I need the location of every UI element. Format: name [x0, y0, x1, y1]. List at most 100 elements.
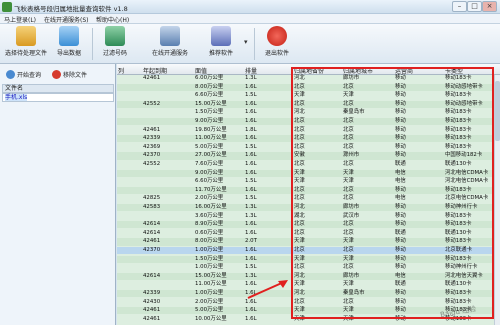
- table-cell: 15.00万公里: [195, 100, 227, 107]
- table-cell: 5.00万公里: [195, 143, 224, 150]
- table-cell: 42461: [143, 75, 161, 81]
- table-cell: 19.80万公里: [195, 126, 227, 133]
- table-cell: 1.6L: [245, 169, 257, 176]
- scrollbar-thumb[interactable]: [495, 81, 500, 141]
- power-icon: [267, 26, 287, 46]
- minimize-button[interactable]: –: [452, 1, 467, 12]
- table-cell: 42370: [143, 152, 161, 159]
- table-cell: 1.6L: [245, 135, 257, 142]
- column-header[interactable]: 年起到期: [143, 66, 167, 75]
- highlight-box: [291, 67, 494, 319]
- table-cell: 1.3L: [245, 204, 257, 210]
- table-cell: 1.6L: [245, 186, 257, 193]
- table-cell: 1.5L: [245, 264, 257, 271]
- cart-icon: [160, 26, 180, 46]
- table-cell: 42614: [143, 272, 161, 279]
- table-cell: 0.60万公里: [195, 229, 224, 236]
- table-cell: 10.00万公里: [195, 315, 227, 322]
- table-cell: 6.60万公里: [195, 178, 224, 185]
- export-icon: [59, 26, 79, 46]
- table-cell: 1.3L: [245, 75, 257, 81]
- table-cell: 1.00万公里: [195, 264, 224, 271]
- table-cell: 1.5L: [245, 143, 257, 150]
- filter-numbers-button[interactable]: 过滤号码: [98, 26, 132, 57]
- column-header[interactable]: 排量: [245, 66, 257, 75]
- select-file-button[interactable]: 选择待处理文件: [4, 26, 48, 57]
- file-list-header: 文件名: [2, 84, 114, 93]
- column-header[interactable]: 面值: [195, 66, 207, 75]
- file-list-item[interactable]: 手机.xls: [2, 93, 114, 102]
- table-cell: 1.3L: [245, 212, 257, 219]
- table-cell: 42583: [143, 204, 161, 210]
- table-cell: 27.00万公里: [195, 152, 227, 159]
- table-cell: 42461: [143, 238, 161, 245]
- table-cell: 42369: [143, 143, 161, 150]
- table-cell: 42552: [143, 161, 161, 167]
- table-cell: 1.8L: [245, 126, 257, 133]
- app-icon: [2, 2, 12, 12]
- gift-icon: [211, 26, 231, 46]
- table-cell: 8.00万公里: [195, 238, 224, 245]
- table-cell: 1.6L: [245, 221, 257, 228]
- table-cell: 42339: [143, 135, 161, 142]
- table-cell: 1.50万公里: [195, 109, 224, 116]
- toolbar-separator: [92, 28, 93, 60]
- table-cell: 1.50万公里: [195, 255, 224, 262]
- close-button[interactable]: ×: [482, 1, 497, 12]
- table-cell: 11.70万公里: [195, 186, 227, 193]
- table-cell: 3.60万公里: [195, 212, 224, 219]
- column-header[interactable]: 列: [118, 66, 124, 75]
- table-cell: 1.6L: [245, 83, 257, 90]
- table-cell: 1.00万公里: [195, 247, 224, 253]
- table-cell: 1.5L: [245, 195, 257, 202]
- table-cell: 2.00万公里: [195, 298, 224, 305]
- menu-bar: 马上登录(L) 在线开通服务(S) 帮助中心(H): [0, 14, 500, 24]
- table-cell: 6.60万公里: [195, 92, 224, 99]
- menu-help[interactable]: 帮助中心(H): [96, 15, 129, 24]
- remove-file-button[interactable]: 移除文件: [52, 68, 87, 80]
- excel-filter-icon: [105, 26, 125, 46]
- table-cell: 5.00万公里: [195, 307, 224, 314]
- table-cell: 42461: [143, 126, 161, 133]
- menu-online-service[interactable]: 在线开通服务(S): [44, 15, 89, 24]
- window-title: 飞秋表格号段归属地批量查询软件 v1.8: [14, 5, 128, 13]
- table-cell: 11.00万公里: [195, 281, 227, 288]
- vertical-scrollbar[interactable]: [494, 75, 500, 325]
- table-cell: 42370: [143, 247, 161, 253]
- table-cell: 1.6L: [245, 315, 257, 322]
- table-cell: 1.6L: [245, 229, 257, 236]
- table-cell: 1.6L: [245, 109, 257, 116]
- table-cell: 42614: [143, 221, 161, 228]
- table-cell: 16.00万公里: [195, 204, 227, 210]
- table-cell: 42825: [143, 195, 161, 202]
- remove-icon: [52, 69, 61, 79]
- maximize-button[interactable]: □: [467, 1, 482, 12]
- search-icon: [6, 69, 15, 79]
- table-cell: 1.6L: [245, 307, 257, 314]
- exit-button[interactable]: 退出软件: [260, 26, 294, 57]
- table-cell: 42552: [143, 100, 161, 107]
- table-cell: 42614: [143, 229, 161, 236]
- start-query-button[interactable]: 开始查询: [6, 68, 41, 80]
- table-cell: 15.00万公里: [195, 272, 227, 279]
- chevron-down-icon[interactable]: ▾: [244, 38, 248, 46]
- table-cell: 8.90万公里: [195, 221, 224, 228]
- table-cell: 1.6L: [245, 118, 257, 124]
- table-cell: 1.00万公里: [195, 290, 224, 296]
- export-data-button[interactable]: 导出数据: [52, 26, 86, 57]
- menu-login[interactable]: 马上登录(L): [4, 15, 36, 24]
- table-cell: 9.00万公里: [195, 169, 224, 176]
- table-cell: 2.0T: [245, 238, 257, 245]
- table-cell: 42339: [143, 290, 161, 296]
- table-cell: 42430: [143, 298, 161, 305]
- table-cell: 7.60万公里: [195, 161, 224, 167]
- table-cell: 6.00万公里: [195, 75, 224, 81]
- table-cell: 1.5L: [245, 178, 257, 185]
- table-cell: 42461: [143, 307, 161, 314]
- table-cell: 11.00万公里: [195, 135, 227, 142]
- toolbar-separator: [254, 28, 255, 60]
- table-cell: 1.6L: [245, 100, 257, 107]
- online-service-button[interactable]: 在线开通服务: [146, 26, 194, 57]
- arrow-icon: [247, 280, 288, 299]
- recommend-software-button[interactable]: 推荐软件: [204, 26, 238, 57]
